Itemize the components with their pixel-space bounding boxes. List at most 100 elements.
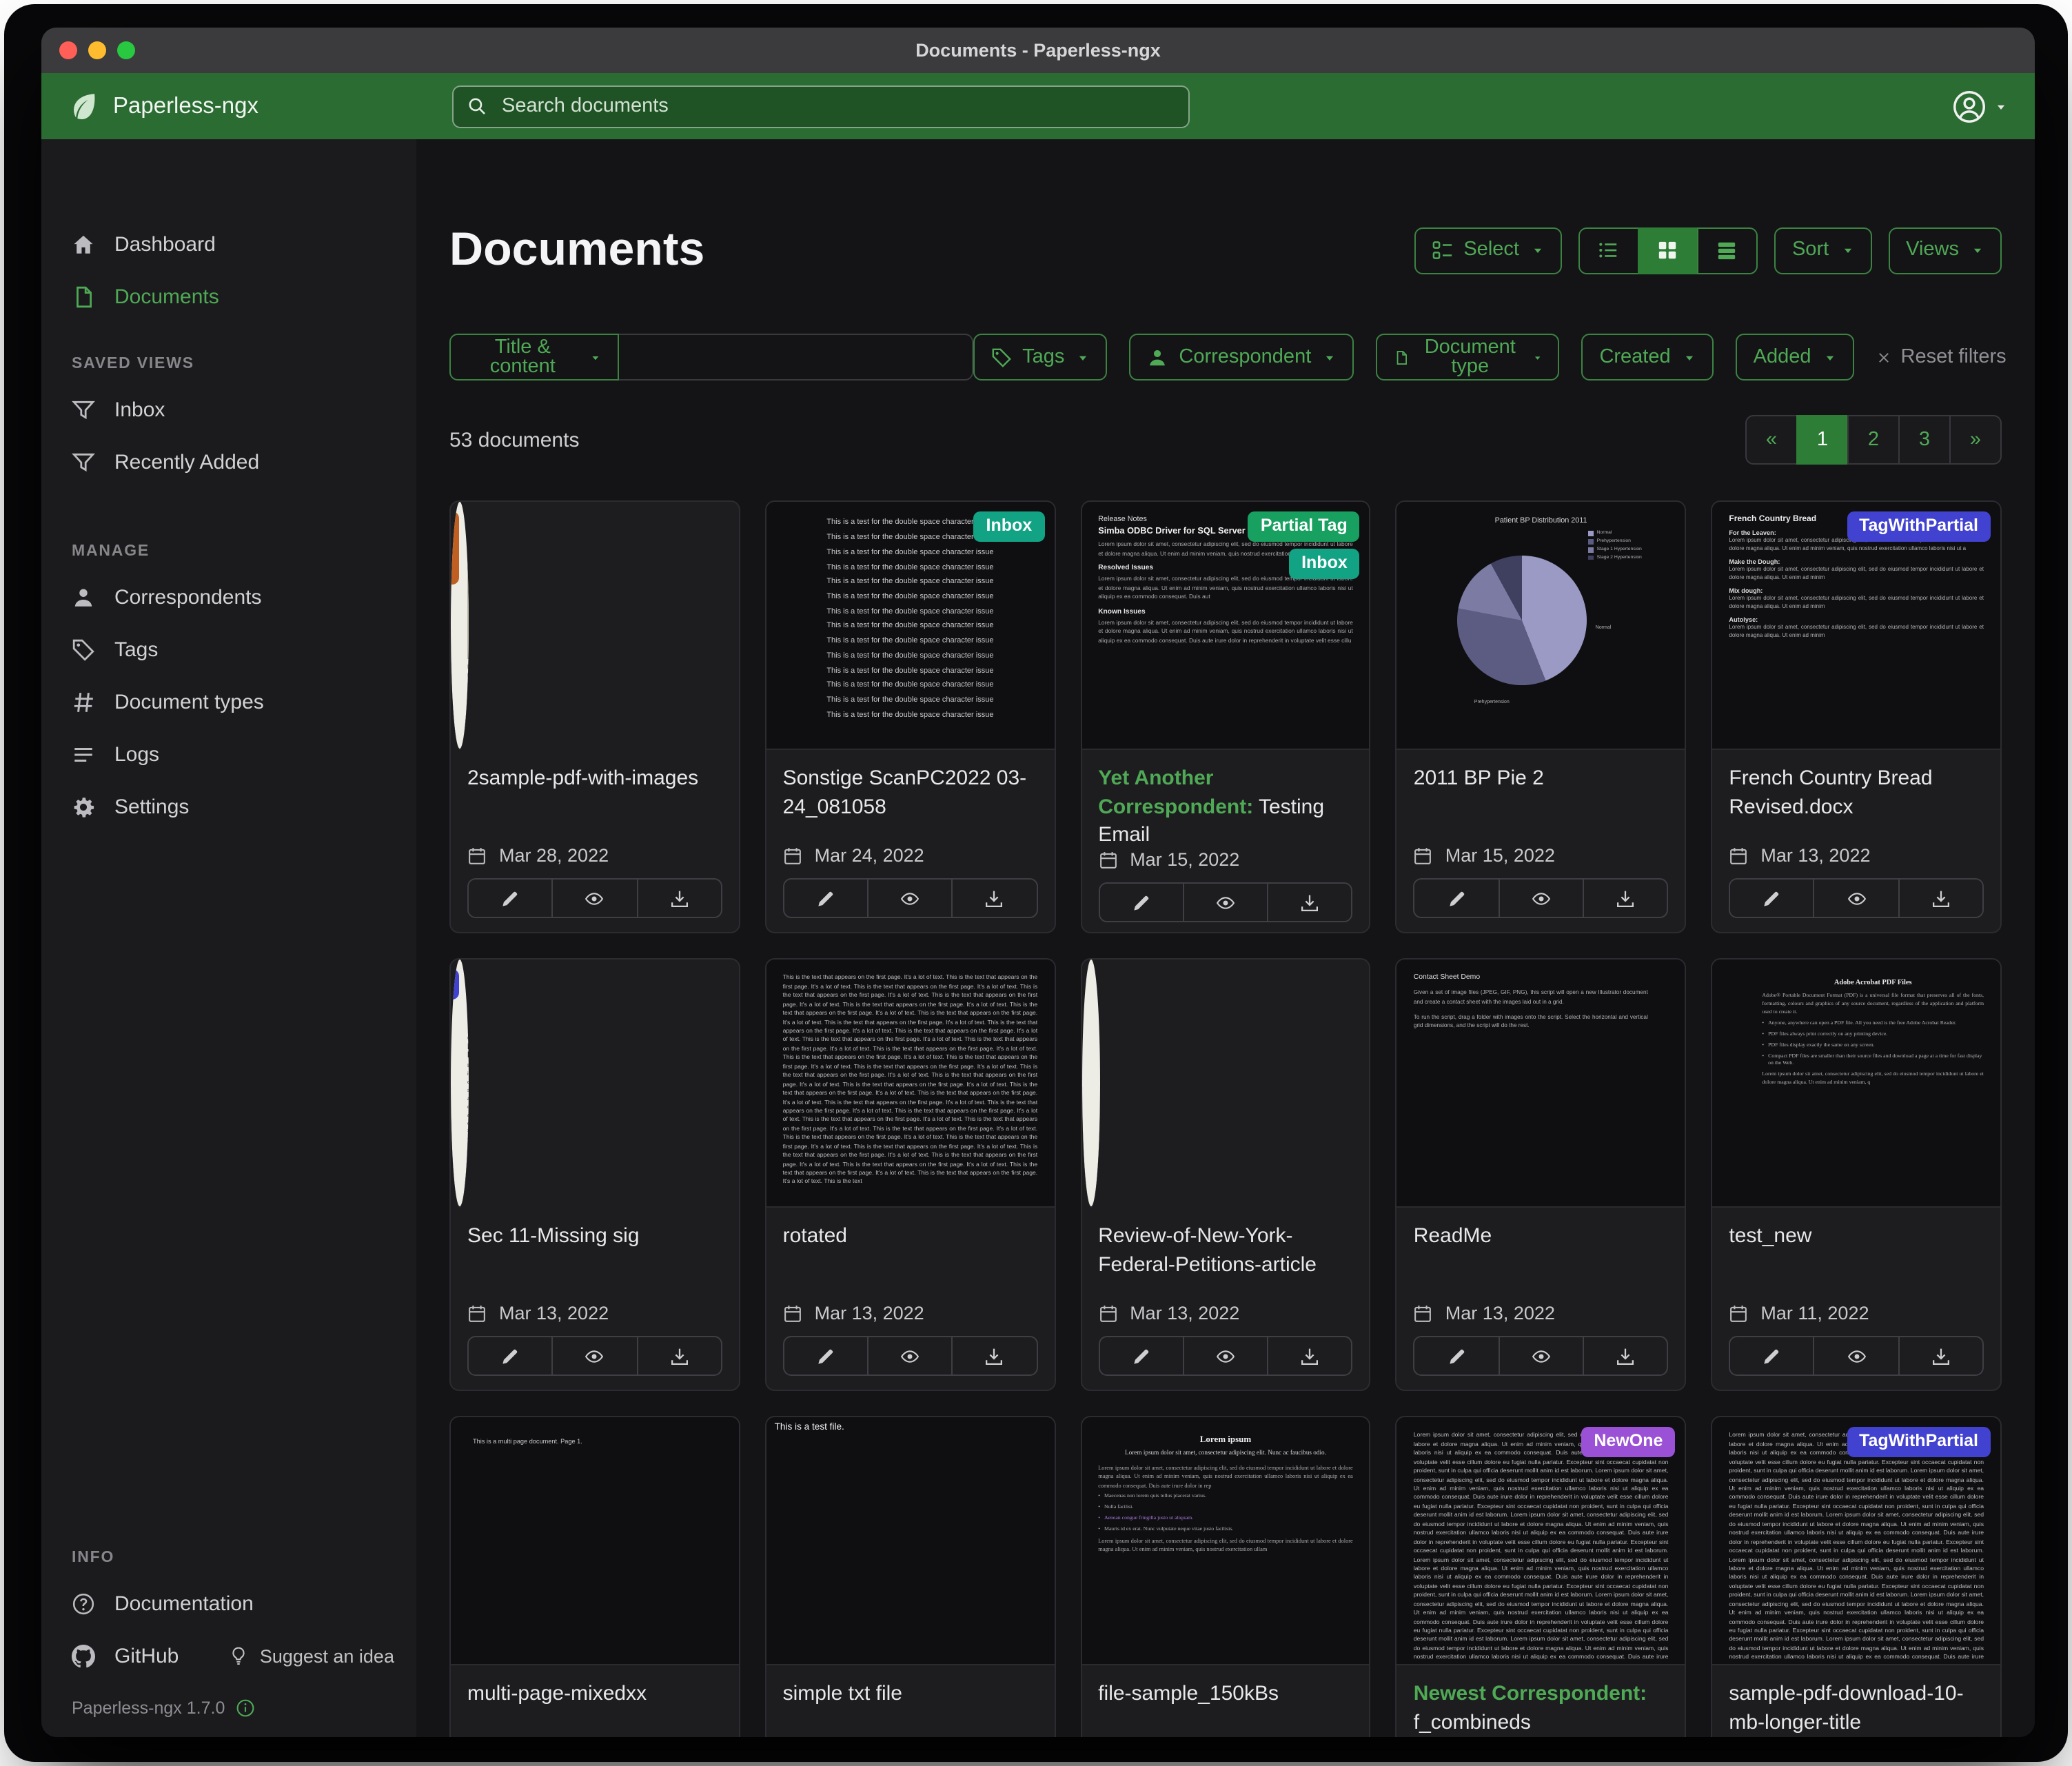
tag-badge[interactable]: Inbox — [1289, 549, 1360, 578]
preview-document-button[interactable] — [1183, 1337, 1269, 1377]
edit-document-button[interactable] — [467, 1337, 553, 1377]
download-document-button[interactable] — [952, 1337, 1038, 1377]
document-title[interactable]: Newest Correspondent: f_combineds — [1414, 1681, 1669, 1737]
document-thumbnail[interactable]: This is the text that appears on the fir… — [766, 960, 1055, 1208]
tag-badge[interactable]: Inbox — [974, 512, 1045, 542]
document-type-filter-button[interactable]: Document type — [1376, 334, 1559, 381]
edit-document-button[interactable] — [1729, 1337, 1815, 1377]
edit-document-button[interactable] — [467, 879, 553, 919]
document-title[interactable]: ReadMe — [1414, 1224, 1669, 1252]
preview-document-button[interactable] — [1498, 879, 1584, 919]
sidebar-item-github[interactable]: GitHub — [41, 1630, 209, 1682]
sidebar-item-dashboard[interactable]: Dashboard — [41, 218, 416, 270]
document-title[interactable]: Review-of-New-York-Federal-Petitions-art… — [1098, 1224, 1353, 1279]
document-correspondent[interactable]: Newest Correspondent: — [1414, 1683, 1647, 1706]
pagination-page-3[interactable]: 3 — [1898, 416, 1951, 465]
download-document-button[interactable] — [636, 879, 722, 919]
document-thumbnail[interactable]: Release NotesSimba ODBC Driver for SQL S… — [1081, 503, 1370, 751]
document-correspondent[interactable]: Yet Another Correspondent: — [1098, 767, 1253, 819]
document-thumbnail[interactable]: This is a test for the double space char… — [766, 503, 1055, 751]
document-title[interactable]: Yet Another Correspondent: Testing Email — [1098, 766, 1353, 850]
document-title[interactable]: test_new — [1729, 1224, 1984, 1252]
minimize-window-button[interactable] — [88, 41, 106, 59]
tag-badge[interactable]: TagWithPartial — [1847, 1428, 1991, 1457]
pagination-page-1[interactable]: 1 — [1796, 416, 1849, 465]
views-button[interactable]: Views — [1888, 227, 2002, 274]
preview-document-button[interactable] — [1183, 882, 1269, 922]
download-document-button[interactable] — [1267, 1337, 1353, 1377]
document-thumbnail[interactable]: Contact Sheet DemoGiven a set of image f… — [1397, 960, 1685, 1208]
user-menu[interactable] — [1952, 89, 2007, 123]
document-thumbnail[interactable]: Lorem ipsumLorem ipsum dolor sit amet, c… — [1081, 1418, 1370, 1666]
edit-document-button[interactable] — [1729, 879, 1815, 919]
document-thumbnail[interactable]: Lorem ipsum dolor sit amet, consectetur … — [451, 503, 469, 751]
download-document-button[interactable] — [1583, 1337, 1669, 1377]
download-document-button[interactable] — [1898, 1337, 1984, 1377]
filter-query-input[interactable] — [619, 334, 973, 381]
preview-document-button[interactable] — [552, 879, 638, 919]
detail-view-button[interactable] — [1697, 227, 1758, 274]
sidebar-item-recently-added[interactable]: Recently Added — [41, 436, 416, 488]
document-title[interactable]: Sonstige ScanPC2022 03-24_081058 — [783, 766, 1038, 822]
document-thumbnail[interactable]: French Country BreadFor the Leaven:Lorem… — [1712, 503, 2000, 751]
correspondent-filter-button[interactable]: Correspondent — [1129, 334, 1354, 381]
download-document-button[interactable] — [952, 879, 1038, 919]
preview-document-button[interactable] — [1814, 879, 1900, 919]
reset-filters-button[interactable]: Reset filters — [1876, 347, 2007, 369]
download-document-button[interactable] — [1267, 882, 1353, 922]
sidebar-item-inbox[interactable]: Inbox — [41, 383, 416, 436]
document-title[interactable]: file-sample_150kBs — [1098, 1681, 1353, 1709]
document-title[interactable]: French Country Bread Revised.docx — [1729, 766, 1984, 822]
pagination-next-button[interactable]: » — [1949, 416, 2002, 465]
document-title[interactable]: rotated — [783, 1224, 1038, 1252]
title-content-filter-button[interactable]: Title & content — [449, 334, 619, 381]
tag-badge[interactable]: TagWithPartial — [1847, 512, 1991, 542]
list-view-button[interactable] — [1578, 227, 1639, 274]
document-thumbnail[interactable]: Lorem ipsum dolor sit amet, consectetur … — [451, 960, 469, 1208]
tag-badge[interactable]: NewOne — [1581, 1428, 1675, 1457]
edit-document-button[interactable] — [1098, 882, 1184, 922]
added-filter-button[interactable]: Added — [1736, 334, 1854, 381]
preview-document-button[interactable] — [867, 879, 953, 919]
document-thumbnail[interactable]: Lorem ipsum dolor sit amet, consectetur … — [1712, 1418, 2000, 1666]
tag-badge[interactable]: Partial Tag — [1248, 512, 1360, 542]
sort-button[interactable]: Sort — [1774, 227, 1871, 274]
pagination-prev-button[interactable]: « — [1745, 416, 1798, 465]
pagination-page-2[interactable]: 2 — [1847, 416, 1900, 465]
preview-document-button[interactable] — [1498, 1337, 1584, 1377]
edit-document-button[interactable] — [783, 879, 869, 919]
edit-document-button[interactable] — [1414, 1337, 1500, 1377]
edit-document-button[interactable] — [1414, 879, 1500, 919]
download-document-button[interactable] — [1898, 879, 1984, 919]
sidebar-item-documentation[interactable]: Documentation — [41, 1577, 416, 1630]
sidebar-item-tags[interactable]: Tags — [41, 623, 416, 676]
document-title[interactable]: 2011 BP Pie 2 — [1414, 766, 1669, 794]
zoom-window-button[interactable] — [117, 41, 135, 59]
edit-document-button[interactable] — [783, 1337, 869, 1377]
tags-filter-button[interactable]: Tags — [973, 334, 1107, 381]
sidebar-item-settings[interactable]: Settings — [41, 780, 416, 833]
download-document-button[interactable] — [1583, 879, 1669, 919]
suggest-an-idea-link[interactable]: Suggest an idea — [230, 1645, 416, 1666]
select-button[interactable]: Select — [1414, 227, 1562, 274]
sidebar-item-document-types[interactable]: Document types — [41, 676, 416, 728]
document-title[interactable]: sample-pdf-download-10-mb-longer-title — [1729, 1681, 1984, 1737]
document-thumbnail[interactable]: This is a test file. — [766, 1418, 1055, 1666]
document-thumbnail[interactable]: Patient BP Distribution 2011NormalPrehyp… — [1397, 503, 1685, 751]
sidebar-item-logs[interactable]: Logs — [41, 728, 416, 780]
search-input[interactable] — [499, 94, 1175, 119]
preview-document-button[interactable] — [867, 1337, 953, 1377]
document-title[interactable]: Sec 11-Missing sig — [467, 1224, 722, 1252]
tag-badge[interactable]: TagWithPartial — [451, 970, 459, 999]
document-title[interactable]: 2sample-pdf-with-images — [467, 766, 722, 794]
download-document-button[interactable] — [636, 1337, 722, 1377]
sidebar-item-documents[interactable]: Documents — [41, 270, 416, 323]
sidebar-item-correspondents[interactable]: Correspondents — [41, 571, 416, 623]
document-thumbnail[interactable]: Adobe Acrobat PDF FilesAdobe® Portable D… — [1712, 960, 2000, 1208]
document-title[interactable]: multi-page-mixedxx — [467, 1681, 722, 1709]
created-filter-button[interactable]: Created — [1581, 334, 1713, 381]
tag-badge[interactable]: Another Sample Tag — [451, 512, 459, 585]
grid-view-button[interactable] — [1638, 227, 1698, 274]
preview-document-button[interactable] — [1814, 1337, 1900, 1377]
preview-document-button[interactable] — [552, 1337, 638, 1377]
